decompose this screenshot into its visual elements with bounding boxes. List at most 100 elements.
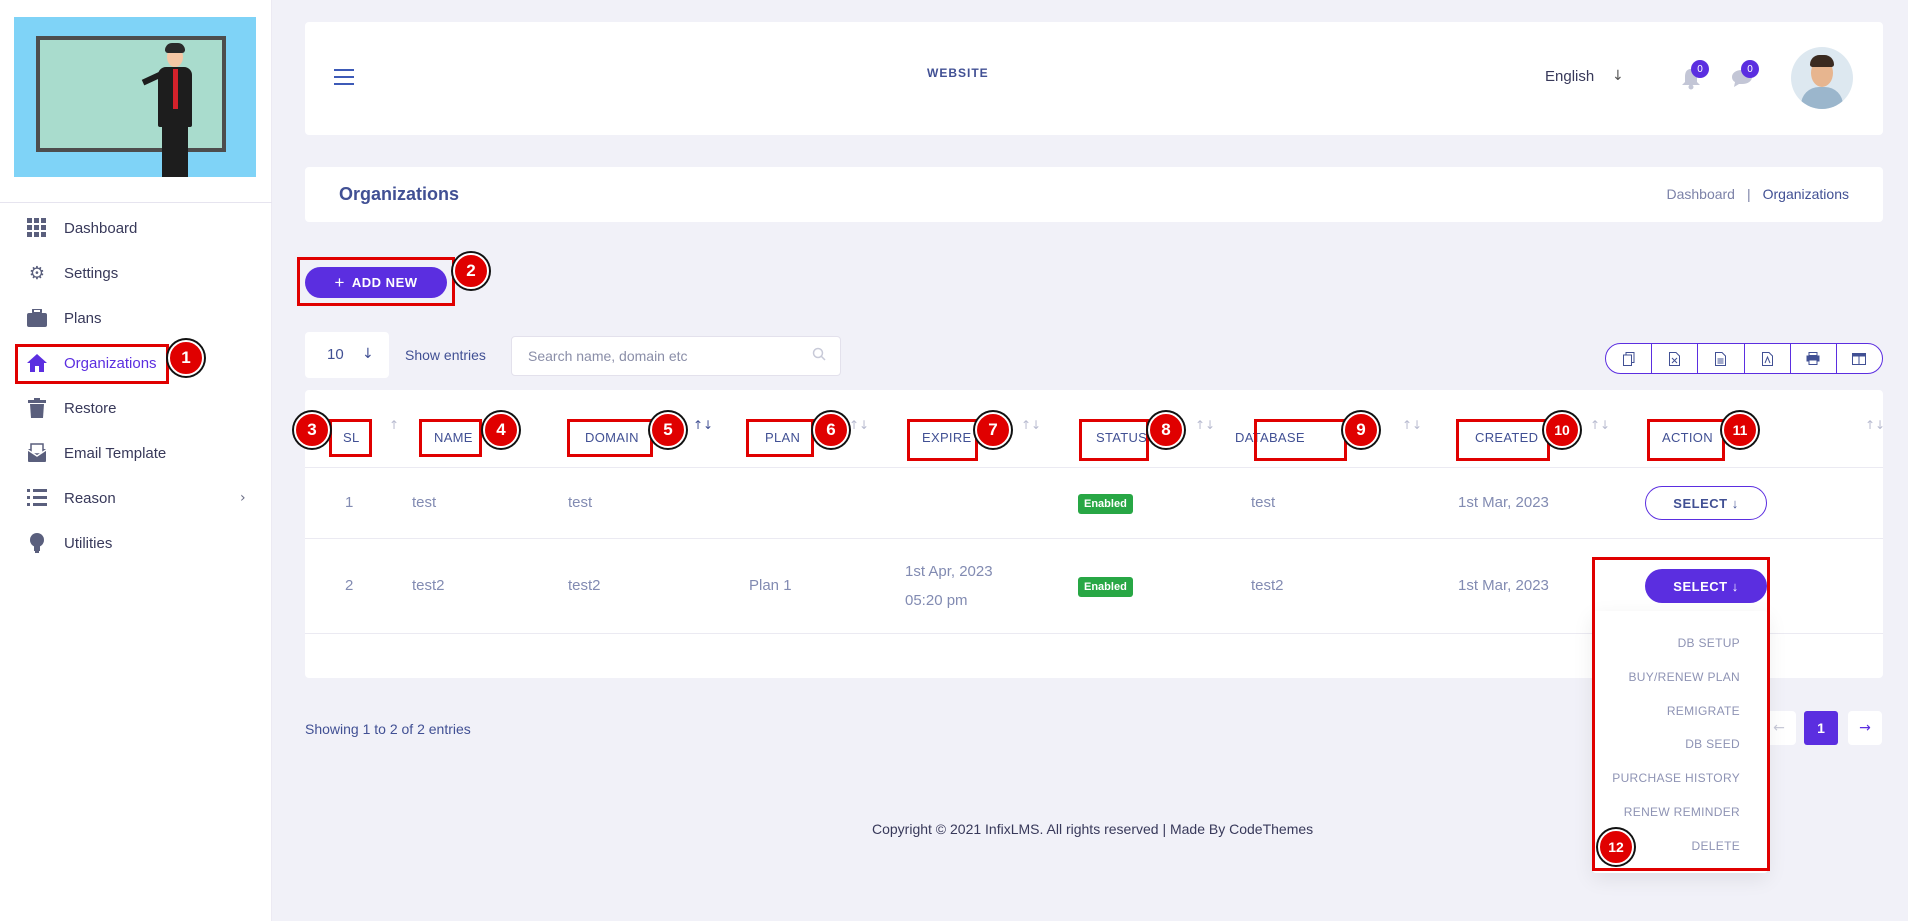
export-buttons bbox=[1605, 343, 1883, 374]
annotation-box bbox=[297, 257, 455, 306]
trash-icon bbox=[26, 397, 48, 419]
sort-icon[interactable]: ↑↓ bbox=[1590, 418, 1610, 432]
select-label: SELECT bbox=[1673, 495, 1728, 511]
sidebar-item-label: Utilities bbox=[64, 534, 113, 552]
search-box bbox=[511, 336, 841, 376]
search-input[interactable] bbox=[528, 346, 798, 366]
sidebar-item-reason[interactable]: Reason › bbox=[0, 480, 272, 516]
cell-domain: test bbox=[568, 494, 593, 511]
avatar[interactable] bbox=[1791, 47, 1853, 109]
status-badge: Enabled bbox=[1078, 494, 1133, 514]
annotation-marker: 5 bbox=[650, 412, 686, 448]
cell-domain: test2 bbox=[568, 577, 601, 594]
next-page-button[interactable]: → bbox=[1848, 711, 1882, 745]
sidebar-item-label: Plans bbox=[64, 309, 102, 327]
sort-icon[interactable]: ↑ bbox=[389, 418, 399, 432]
columns-icon[interactable] bbox=[1837, 344, 1882, 373]
cell-sl: 1 bbox=[345, 494, 354, 511]
annotation-marker: 8 bbox=[1148, 412, 1184, 448]
arrow-down-icon[interactable]: ↓ bbox=[1612, 68, 1624, 84]
annotation-marker: 2 bbox=[453, 253, 489, 289]
entries-select[interactable]: 10 ↓ bbox=[305, 332, 389, 378]
top-header: WEBSITE English ↓ 0 0 bbox=[305, 22, 1883, 135]
bulb-icon bbox=[26, 532, 48, 554]
excel-icon[interactable] bbox=[1652, 344, 1699, 373]
annotation-box bbox=[15, 344, 169, 384]
sort-icon[interactable]: ↑↓ bbox=[1021, 418, 1041, 432]
entries-value: 10 bbox=[327, 346, 344, 363]
footer-copyright: Copyright © 2021 InfixLMS. All rights re… bbox=[872, 821, 1314, 837]
sidebar-item-label: Settings bbox=[64, 264, 119, 282]
sidebar-item-dashboard[interactable]: Dashboard bbox=[0, 210, 272, 246]
annotation-marker: 6 bbox=[813, 412, 849, 448]
email-icon bbox=[26, 442, 48, 464]
annotation-marker: 10 bbox=[1544, 412, 1580, 448]
cell-database: test2 bbox=[1251, 577, 1284, 594]
annotation-marker: 9 bbox=[1343, 412, 1379, 448]
sidebar-item-settings[interactable]: ⚙ Settings bbox=[0, 255, 272, 291]
annotation-box bbox=[1079, 419, 1149, 461]
breadcrumb: Dashboard | Organizations bbox=[1666, 186, 1849, 202]
language-select[interactable]: English bbox=[1545, 68, 1594, 85]
cell-expire-date: 1st Apr, 2023 bbox=[905, 563, 993, 580]
cell-expire-time: 05:20 pm bbox=[905, 592, 968, 609]
sidebar-item-label: Email Template bbox=[64, 444, 167, 462]
cell-plan: Plan 1 bbox=[749, 577, 792, 594]
annotation-box bbox=[329, 419, 372, 457]
cell-created: 1st Mar, 2023 bbox=[1458, 577, 1549, 594]
pdf-icon[interactable] bbox=[1745, 344, 1791, 373]
cell-name: test bbox=[412, 494, 437, 511]
print-icon[interactable] bbox=[1791, 344, 1837, 373]
sidebar-item-restore[interactable]: Restore bbox=[0, 390, 272, 426]
show-entries-label: Show entries bbox=[405, 347, 486, 363]
annotation-box bbox=[1592, 557, 1770, 871]
sidebar-item-utilities[interactable]: Utilities bbox=[0, 525, 272, 561]
annotation-marker: 1 bbox=[168, 340, 204, 376]
notifications-badge: 0 bbox=[1691, 60, 1709, 78]
gear-icon: ⚙ bbox=[28, 262, 46, 284]
grid-icon bbox=[26, 217, 48, 239]
annotation-box bbox=[567, 419, 653, 457]
cell-database: test bbox=[1251, 494, 1276, 511]
breadcrumb-organizations: Organizations bbox=[1762, 186, 1849, 202]
sidebar-item-label: Dashboard bbox=[64, 219, 138, 237]
cell-name: test2 bbox=[412, 577, 445, 594]
annotation-box bbox=[907, 419, 978, 461]
sidebar-item-label: Reason bbox=[64, 489, 116, 507]
arrow-down-icon: ↓ bbox=[362, 346, 374, 362]
sort-icon[interactable]: ↑↓ bbox=[1865, 418, 1885, 432]
annotation-box bbox=[746, 419, 814, 457]
sort-icon[interactable]: ↑↓ bbox=[1195, 418, 1215, 432]
breadcrumb-dashboard[interactable]: Dashboard bbox=[1666, 186, 1735, 202]
page-title-bar: Organizations Dashboard | Organizations bbox=[305, 167, 1883, 222]
list-icon bbox=[26, 487, 48, 509]
logo-illustration bbox=[14, 17, 256, 177]
website-link[interactable]: WEBSITE bbox=[927, 66, 989, 80]
hamburger-menu-icon[interactable] bbox=[334, 69, 354, 85]
cell-created: 1st Mar, 2023 bbox=[1458, 494, 1549, 511]
annotation-marker: 3 bbox=[294, 412, 330, 448]
status-badge: Enabled bbox=[1078, 577, 1133, 597]
sort-icon[interactable]: ↑↓ bbox=[693, 418, 713, 432]
annotation-marker: 4 bbox=[483, 412, 519, 448]
sidebar-item-plans[interactable]: Plans bbox=[0, 300, 272, 336]
copy-icon[interactable] bbox=[1606, 344, 1653, 373]
arrow-down-icon: ↓ bbox=[1731, 495, 1739, 511]
select-action-button[interactable]: SELECT ↓ bbox=[1645, 486, 1767, 520]
briefcase-icon bbox=[26, 307, 48, 329]
sort-icon[interactable]: ↑↓ bbox=[1402, 418, 1422, 432]
annotation-marker: 7 bbox=[975, 412, 1011, 448]
sort-icon[interactable]: ↑↓ bbox=[849, 418, 869, 432]
annotation-marker: 12 bbox=[1598, 829, 1634, 865]
search-icon bbox=[812, 347, 826, 365]
page-button-current[interactable]: 1 bbox=[1804, 711, 1838, 745]
sidebar-item-label: Restore bbox=[64, 399, 117, 417]
csv-icon[interactable] bbox=[1698, 344, 1745, 373]
page-title: Organizations bbox=[339, 184, 460, 204]
chevron-right-icon: › bbox=[240, 490, 246, 506]
annotation-box bbox=[1254, 419, 1347, 461]
sidebar-item-email-template[interactable]: Email Template bbox=[0, 435, 272, 471]
annotation-box bbox=[1647, 419, 1725, 461]
messages-badge: 0 bbox=[1741, 60, 1759, 78]
annotation-marker: 11 bbox=[1722, 412, 1758, 448]
